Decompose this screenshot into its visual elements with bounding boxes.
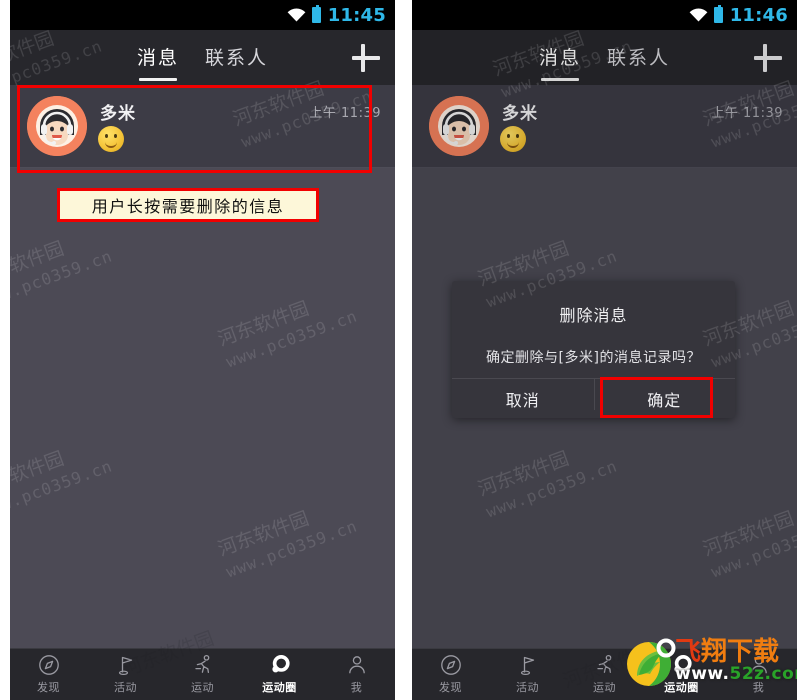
status-bar: 11:45 <box>10 0 395 30</box>
nav-item-me[interactable]: 我 <box>318 654 395 695</box>
dialog-title: 删除消息 <box>559 306 628 325</box>
nav-item-discover[interactable]: 发现 <box>10 654 87 695</box>
delete-message-dialog: 删除消息 确定删除与[多米]的消息记录吗？ 取消 确定 <box>452 281 735 418</box>
dialog-message: 确定删除与[多米]的消息记录吗？ <box>486 350 701 366</box>
status-time: 11:46 <box>729 4 788 26</box>
conversation-list-empty-area <box>10 168 395 648</box>
flag-icon <box>115 654 137 676</box>
smiley-emoji <box>98 126 124 152</box>
nav-label-discover: 发现 <box>37 681 60 694</box>
nav-item-sports[interactable]: 运动 <box>164 654 241 695</box>
nav-label-sports-circle: 运动圈 <box>262 681 297 694</box>
battery-icon <box>713 5 723 23</box>
compass-icon <box>440 654 462 676</box>
compass-icon <box>38 654 60 676</box>
status-time: 11:45 <box>327 4 386 26</box>
status-bar: 11:46 <box>412 0 797 30</box>
phone-panel-left: 11:45 消息 联系人 多米 上午 11:39 发现 活动 运动 运动圈 我 <box>10 0 395 700</box>
wifi-icon <box>287 8 306 22</box>
nav-label-activity: 活动 <box>516 681 539 694</box>
avatar-girl-headset-icon <box>27 96 87 156</box>
site-logo-url-domain: 52z.com <box>729 664 797 684</box>
nav-item-activity[interactable]: 活动 <box>87 654 164 695</box>
site-logo-url-prefix: www. <box>675 664 730 684</box>
tab-bar: 消息 联系人 <box>10 30 395 85</box>
nav-label-me: 我 <box>350 681 363 694</box>
person-icon <box>346 654 368 676</box>
dialog-button-row: 取消 确定 <box>452 379 735 418</box>
nav-item-discover[interactable]: 发现 <box>412 654 489 695</box>
site-logo-name: 飞翔下载 <box>675 639 797 665</box>
callout-text: 用户长按需要删除的信息 <box>91 197 285 216</box>
app-header: 消息 联系人 <box>10 30 395 85</box>
nav-label-sports: 运动 <box>593 681 616 694</box>
tab-messages[interactable]: 消息 <box>137 43 179 81</box>
nav-label-discover: 发现 <box>439 681 462 694</box>
flag-icon <box>517 654 539 676</box>
cancel-button[interactable]: 取消 <box>452 379 594 418</box>
site-logo-text: 飞翔下载 www.52z.com <box>675 639 797 683</box>
tab-contacts[interactable]: 联系人 <box>205 43 268 72</box>
nav-label-activity: 活动 <box>114 681 137 694</box>
wifi-icon <box>689 8 708 22</box>
bottom-nav-bar: 发现 活动 运动 运动圈 我 <box>10 648 395 700</box>
nav-item-sports-circle[interactable]: 运动圈 <box>241 654 318 695</box>
site-logo-url: www.52z.com <box>675 665 797 683</box>
nav-label-sports: 运动 <box>191 681 214 694</box>
runner-icon <box>594 654 616 676</box>
runner-icon <box>192 654 214 676</box>
screenshot-root: 11:45 消息 联系人 多米 上午 11:39 发现 活动 运动 运动圈 我 … <box>0 0 797 700</box>
callout-instruction: 用户长按需要删除的信息 <box>57 188 319 222</box>
conversation-row[interactable]: 多米 上午 11:39 <box>10 85 395 168</box>
site-logo: 飞翔下载 www.52z.com <box>625 633 797 689</box>
conversation-preview <box>98 126 124 152</box>
site-logo-name-part2: 翔下载 <box>701 637 780 667</box>
conversation-time: 上午 11:39 <box>309 106 381 121</box>
confirm-button[interactable]: 确定 <box>594 379 736 418</box>
conversation-name: 多米 <box>100 104 136 124</box>
plus-icon[interactable] <box>349 41 383 75</box>
circle-dot-icon <box>269 654 291 676</box>
nav-item-activity[interactable]: 活动 <box>489 654 566 695</box>
battery-icon <box>311 5 321 23</box>
leaf-logo-icon <box>625 634 679 688</box>
phone-panel-right: 11:46 消息 联系人 多米 上午 11:39 删除消息 确定删除与[多米]的… <box>412 0 797 700</box>
